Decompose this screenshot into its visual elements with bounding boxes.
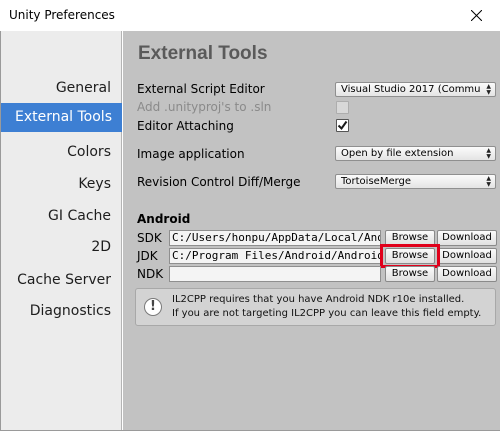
jdk-download-button[interactable]: Download	[437, 248, 497, 264]
dropdown-arrow-icon: ▲ ▼	[486, 83, 491, 96]
dropdown-value: Visual Studio 2017 (Commu	[341, 84, 481, 95]
image-application-dropdown[interactable]: Open by file extension ▲ ▼	[335, 146, 496, 161]
preferences-panel: External Tools External Script Editor Vi…	[123, 31, 500, 430]
page-title: External Tools	[138, 43, 268, 64]
sidebar-item-colors[interactable]: Colors	[67, 144, 111, 160]
android-section-label: Android	[137, 212, 191, 226]
dropdown-value: TortoiseMerge	[341, 176, 412, 187]
dropdown-arrow-icon: ▲ ▼	[486, 147, 491, 160]
sdk-download-button[interactable]: Download	[437, 230, 497, 246]
external-script-editor-dropdown[interactable]: Visual Studio 2017 (Commu ▲ ▼	[335, 82, 496, 97]
sdk-label: SDK	[137, 231, 162, 245]
jdk-path-field[interactable]: C:/Program Files/Android/Android S	[169, 248, 381, 264]
dropdown-arrow-icon: ▲ ▼	[486, 175, 491, 188]
info-icon: !	[144, 298, 162, 316]
info-help-box: ! IL2CPP requires that you have Android …	[135, 288, 496, 326]
editor-attaching-checkbox[interactable]	[336, 119, 349, 132]
ndk-path-field[interactable]	[169, 266, 381, 282]
help-text-line-1: IL2CPP requires that you have Android ND…	[172, 294, 465, 305]
editor-attaching-label: Editor Attaching	[137, 119, 234, 133]
close-button[interactable]	[454, 0, 500, 31]
highlight-box	[380, 244, 440, 268]
image-application-label: Image application	[137, 147, 245, 161]
close-icon	[471, 10, 482, 21]
sdk-path-field[interactable]: C:/Users/honpu/AppData/Local/Andr	[169, 230, 381, 246]
revision-control-dropdown[interactable]: TortoiseMerge ▲ ▼	[335, 174, 496, 189]
ndk-label: NDK	[137, 267, 164, 281]
window-title: Unity Preferences	[9, 8, 115, 22]
sidebar-item-label: External Tools	[14, 109, 112, 125]
add-unityproj-checkbox[interactable]	[336, 101, 349, 114]
sidebar-item-cache-server[interactable]: Cache Server	[17, 272, 111, 288]
sidebar-item-diagnostics[interactable]: Diagnostics	[30, 303, 111, 319]
help-text-line-2: If you are not targeting IL2CPP you can …	[172, 308, 482, 319]
add-unityproj-label: Add .unityproj's to .sln	[137, 100, 272, 114]
checkmark-icon	[337, 120, 348, 131]
ndk-download-button[interactable]: Download	[437, 266, 497, 282]
ndk-browse-button[interactable]: Browse	[385, 266, 435, 282]
sidebar-item-keys[interactable]: Keys	[78, 176, 111, 192]
sidebar-item-2d[interactable]: 2D	[91, 239, 111, 255]
title-bar: Unity Preferences	[0, 0, 500, 31]
sidebar-item-general[interactable]: General	[56, 80, 111, 96]
window-body: General External Tools Colors Keys GI Ca…	[0, 31, 500, 431]
dropdown-value: Open by file extension	[341, 148, 454, 159]
sidebar-item-gi-cache[interactable]: GI Cache	[48, 208, 111, 224]
external-script-editor-label: External Script Editor	[137, 82, 265, 96]
sidebar: General External Tools Colors Keys GI Ca…	[1, 31, 122, 430]
sidebar-item-external-tools[interactable]: External Tools	[1, 103, 122, 132]
jdk-label: JDK	[137, 249, 158, 263]
revision-control-label: Revision Control Diff/Merge	[137, 175, 301, 189]
